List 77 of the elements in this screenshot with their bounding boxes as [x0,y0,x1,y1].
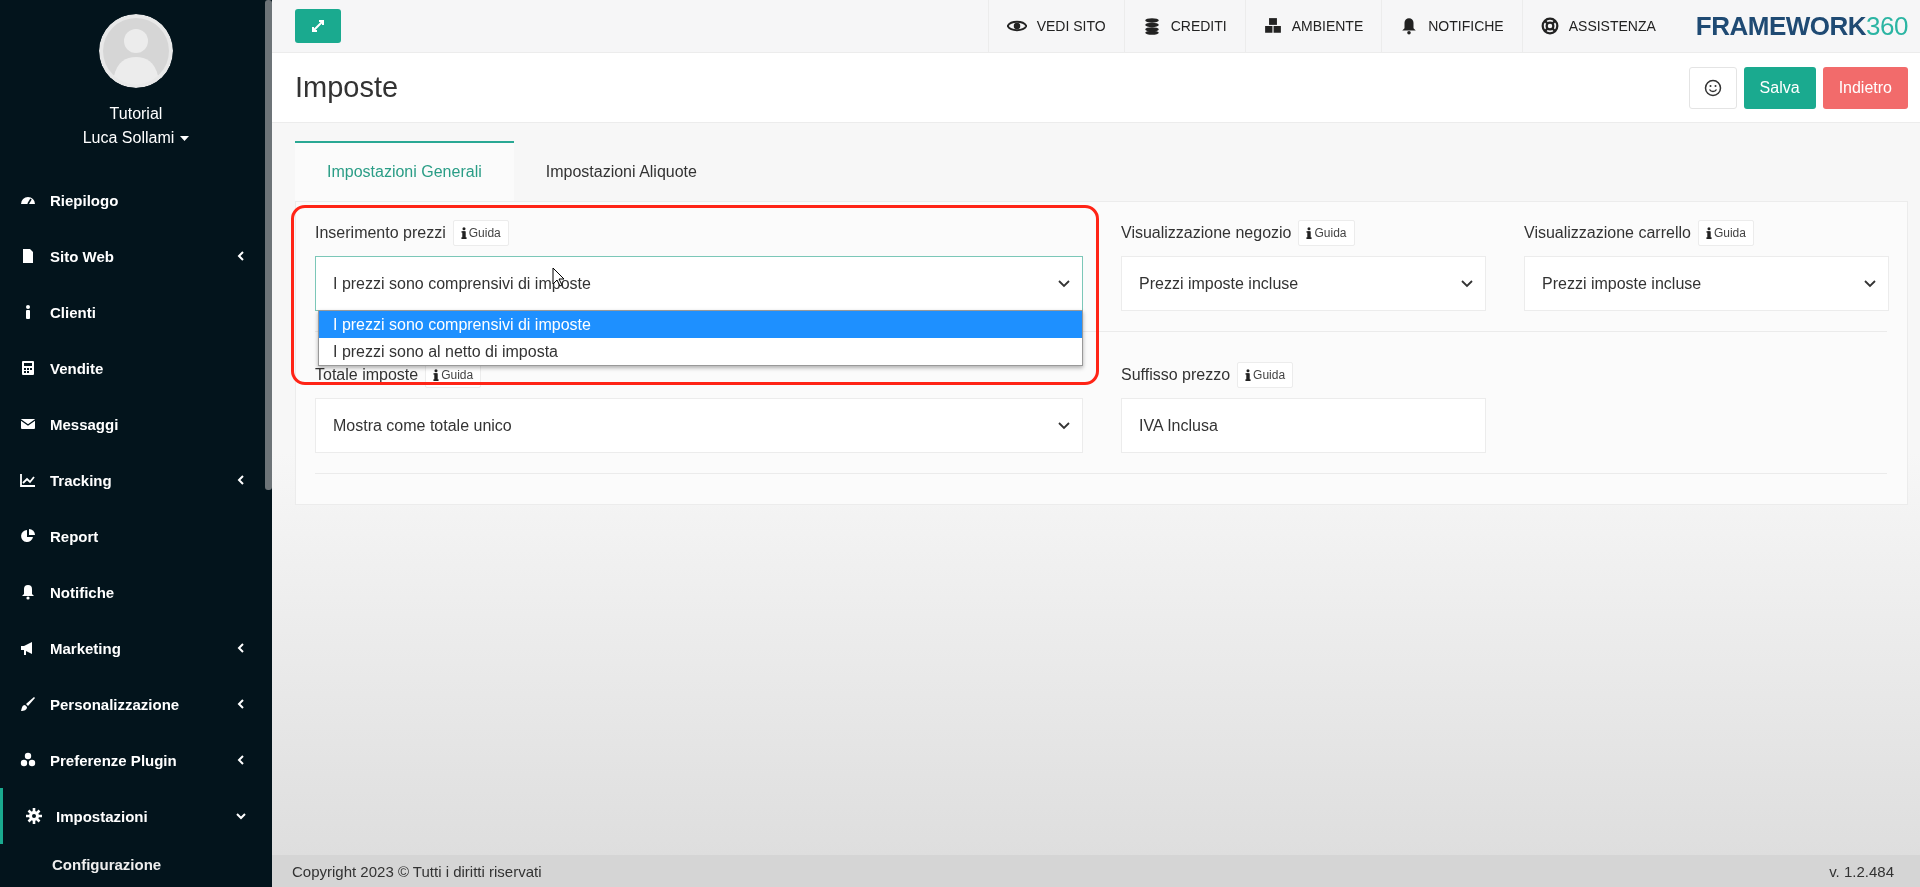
sidebar-item[interactable]: Messaggi [0,396,263,452]
field-label: Visualizzazione negozio [1121,224,1292,242]
top-nav-link[interactable]: ASSISTENZA [1521,0,1674,52]
help-button[interactable]: Guida [452,220,509,246]
select-field[interactable]: Prezzi imposte incluse [1524,256,1889,311]
chevron-icon [236,475,246,485]
caret-icon [180,135,190,141]
dropdown-option[interactable]: I prezzi sono al netto di imposta [319,338,1082,365]
sidebar-item[interactable]: Sito Web [0,228,263,284]
help-button[interactable]: Guida [1697,220,1754,246]
bell-icon [20,584,36,600]
info-icon [433,369,440,381]
text-field[interactable]: IVA Inclusa [1121,398,1486,453]
chevron-icon [1864,279,1876,288]
chevron-icon [236,699,246,709]
gear-icon [26,808,42,824]
top-nav-link[interactable]: AMBIENTE [1244,0,1382,52]
sidebar-item[interactable]: Preferenze Plugin [0,732,263,788]
top-nav-link[interactable]: NOTIFICHE [1381,0,1522,52]
copyright-text: Copyright 2023 © Tutti i diritti riservati [292,862,542,880]
bell-icon [1400,17,1419,35]
info-icon [1705,227,1712,239]
chevron-icon [236,643,246,653]
page-title: Imposte [295,71,400,104]
sidebar-item[interactable]: Report [0,508,263,564]
field-label: Totale imposte [315,366,419,384]
brush-icon [20,696,36,712]
top-nav-label[interactable]: AMBIENTE [1291,18,1364,34]
sidebar-item[interactable]: Notifiche [0,564,263,620]
help-button[interactable]: Guida [1298,220,1355,246]
sidebar-subitem[interactable]: Configurazione [0,844,263,884]
chevron-icon [1058,421,1070,430]
document-icon [20,248,36,264]
select-field[interactable]: Mostra come totale unico [315,398,1083,453]
sidebar-item[interactable]: Vendite [0,340,263,396]
chevron-icon [236,251,246,261]
pie-chart-icon [20,528,36,544]
chevron-icon [236,811,246,821]
chevron-icon [1461,279,1473,288]
calculator-icon [20,360,36,376]
emoji-button[interactable] [1688,66,1737,109]
scrollbar[interactable] [265,0,272,490]
logo: FRAMEWORK360 [1694,10,1909,42]
expand-button[interactable] [295,9,341,43]
chevron-icon [1058,279,1070,288]
top-nav-link[interactable]: CREDITI [1123,0,1245,52]
info-icon [460,227,467,239]
sidebar-item[interactable]: Personalizzazione [0,676,263,732]
sidebar-item[interactable]: Marketing [0,620,263,676]
user-name[interactable]: Luca Sollami [82,129,175,147]
field-label: Inserimento prezzi [315,224,446,242]
version-text: v. 1.2.484 [1829,862,1894,880]
top-nav-label[interactable]: CREDITI [1170,18,1227,34]
info-icon [1306,227,1313,239]
top-nav-label[interactable]: ASSISTENZA [1568,18,1656,34]
sidebar-item[interactable]: Clienti [0,284,263,340]
line-chart-icon [20,472,36,488]
sidebar-item[interactable]: Riepilogo [0,172,263,228]
top-nav-link[interactable]: VEDI SITO [987,0,1124,52]
top-nav-label[interactable]: NOTIFICHE [1428,18,1504,34]
smiley-icon [1703,78,1722,97]
field-label: Visualizzazione carrello [1524,224,1691,242]
tab[interactable]: Impostazioni Aliquote [513,141,729,201]
sidebar-item[interactable]: Tracking [0,452,263,508]
sidebar-item[interactable]: Impostazioni [0,788,263,844]
expand-icon [310,18,326,34]
field-label: Suffisso prezzo [1121,366,1231,384]
help-button[interactable]: Guida [1237,362,1294,388]
avatar[interactable] [99,14,173,88]
chevron-icon [236,755,246,765]
top-nav-label[interactable]: VEDI SITO [1036,18,1106,34]
info-icon [1245,369,1252,381]
lifebuoy-icon [1540,17,1559,35]
envelope-icon [20,416,36,432]
select-field[interactable]: Prezzi imposte incluse [1121,256,1486,311]
coins-icon [1142,17,1161,35]
user-role: Tutorial [109,105,163,123]
